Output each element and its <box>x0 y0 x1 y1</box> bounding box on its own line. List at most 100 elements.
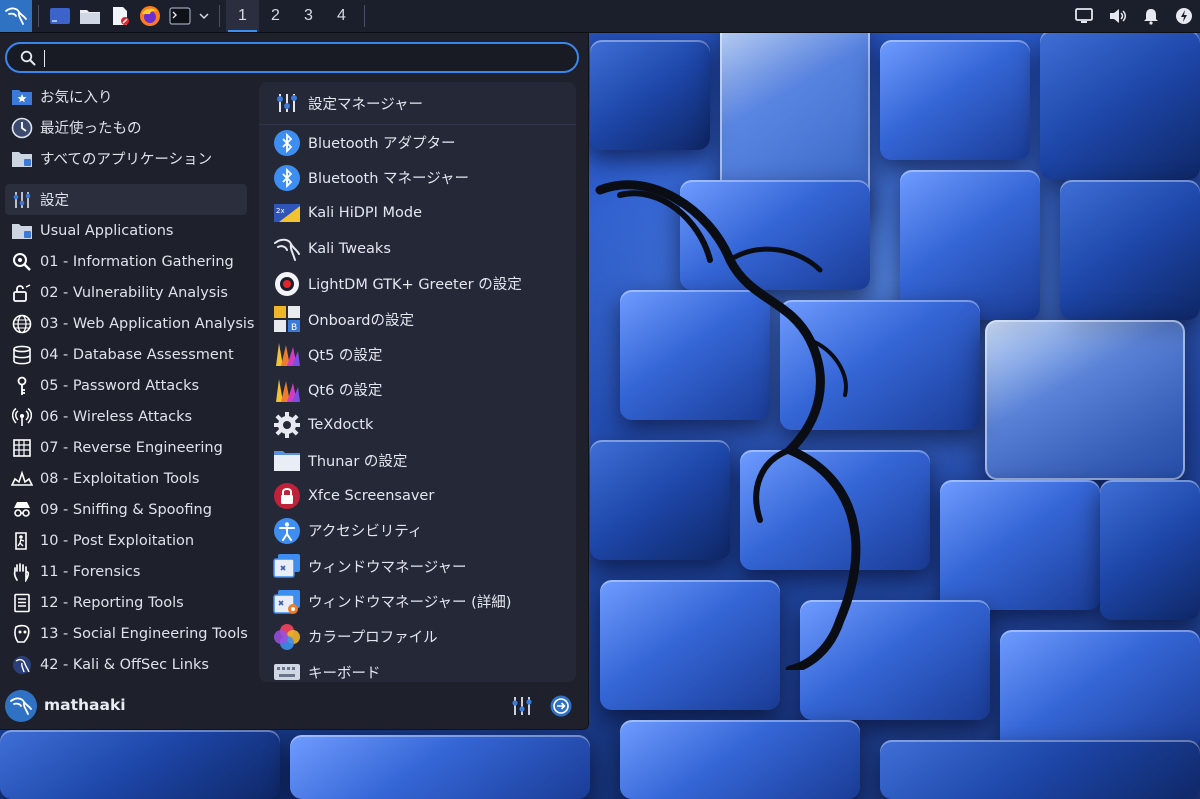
category-kali-offsec-links[interactable]: 42 - Kali & OffSec Links <box>5 649 247 680</box>
power-icon[interactable] <box>1174 6 1194 26</box>
settings-sliders-icon <box>512 697 532 715</box>
wallpaper-cube <box>290 735 590 799</box>
search-input[interactable] <box>43 47 563 68</box>
keyboard-icon <box>273 658 301 682</box>
category-usual-applications[interactable]: Usual Applications <box>5 215 247 246</box>
category-label: 05 - Password Attacks <box>40 377 200 394</box>
category-label: 11 - Forensics <box>40 563 141 580</box>
category-forensics[interactable]: 11 - Forensics <box>5 556 247 587</box>
wallpaper-cube <box>880 40 1030 160</box>
category-label: 04 - Database Assessment <box>40 346 234 363</box>
app-label: ウィンドウマネージャー (詳細) <box>308 595 512 611</box>
app-label: カラープロファイル <box>308 630 438 647</box>
app-bluetooth-manager[interactable]: Bluetooth マネージャー <box>259 160 576 195</box>
gear-icon <box>273 411 301 439</box>
wallpaper-cube <box>940 480 1100 610</box>
search-box[interactable] <box>5 42 579 73</box>
app-window-manager[interactable]: ウィンドウマネージャー <box>259 549 576 584</box>
logout-icon <box>550 695 572 717</box>
app-window-manager-tweaks[interactable]: ウィンドウマネージャー (詳細) <box>259 584 576 619</box>
app-label: 設定マネージャー <box>308 96 423 113</box>
usual-apps-icon <box>11 220 33 242</box>
app-label: キーボード <box>308 665 381 682</box>
vulnerability-icon <box>11 282 33 304</box>
category-database-assessment[interactable]: 04 - Database Assessment <box>5 339 247 370</box>
chevron-down-icon <box>199 13 209 20</box>
category-label: 42 - Kali & OffSec Links <box>40 656 209 673</box>
favorites-folder-icon <box>11 86 33 108</box>
file-manager-button[interactable] <box>75 0 105 32</box>
app-settings-manager[interactable]: 設定マネージャー <box>259 82 576 125</box>
category-recent[interactable]: 最近使ったもの <box>5 112 247 143</box>
category-social-engineering-tools[interactable]: 13 - Social Engineering Tools <box>5 618 248 649</box>
wallpaper-cube <box>1000 630 1200 750</box>
workspace-4[interactable]: 4 <box>325 0 358 32</box>
app-kali-tweaks[interactable]: Kali Tweaks <box>259 231 576 266</box>
app-qt5-settings[interactable]: Qt5 の設定 <box>259 337 576 372</box>
category-settings[interactable]: 設定 <box>5 184 247 215</box>
bluetooth-icon <box>273 164 301 192</box>
app-label: Kali Tweaks <box>308 240 391 257</box>
category-post-exploitation[interactable]: 10 - Post Exploitation <box>5 525 247 556</box>
terminal-dropdown-button[interactable] <box>195 0 213 32</box>
onboard-icon: B <box>273 305 301 333</box>
category-reporting-tools[interactable]: 12 - Reporting Tools <box>5 587 247 618</box>
text-editor-button[interactable] <box>105 0 135 32</box>
volume-icon[interactable] <box>1108 7 1128 25</box>
app-bluetooth-adapter[interactable]: Bluetooth アダプター <box>259 125 576 160</box>
svg-text:2x: 2x <box>276 207 285 215</box>
app-onboard-settings[interactable]: B Onboardの設定 <box>259 301 576 336</box>
app-lightdm-gtk-greeter-settings[interactable]: LightDM GTK+ Greeter の設定 <box>259 266 576 301</box>
category-wireless-attacks[interactable]: 06 - Wireless Attacks <box>5 401 247 432</box>
category-sniffing-spoofing[interactable]: 09 - Sniffing & Spoofing <box>5 494 247 525</box>
app-keyboard[interactable]: キーボード <box>259 654 576 682</box>
kali-menu-icon <box>5 7 27 25</box>
show-desktop-button[interactable] <box>45 0 75 32</box>
category-web-application-analysis[interactable]: 03 - Web Application Analysis <box>5 308 255 339</box>
firefox-button[interactable] <box>135 0 165 32</box>
category-label: すべてのアプリケーション <box>40 152 213 168</box>
category-information-gathering[interactable]: 01 - Information Gathering <box>5 246 247 277</box>
category-password-attacks[interactable]: 05 - Password Attacks <box>5 370 247 401</box>
logout-button[interactable] <box>549 694 573 718</box>
app-thunar-settings[interactable]: Thunar の設定 <box>259 443 576 478</box>
category-favorites[interactable]: お気に入り <box>5 81 247 112</box>
text-editor-icon <box>113 7 129 25</box>
workspace-3[interactable]: 3 <box>292 0 325 32</box>
file-manager-icon <box>80 10 100 24</box>
kali-menu-button[interactable] <box>0 0 32 32</box>
workspace-1[interactable]: 1 <box>226 0 259 32</box>
terminal-button[interactable] <box>165 0 195 32</box>
wireless-icon <box>11 406 33 428</box>
app-qt6-settings[interactable]: Qt6 の設定 <box>259 372 576 407</box>
text-cursor <box>44 50 45 67</box>
category-exploitation-tools[interactable]: 08 - Exploitation Tools <box>5 463 247 494</box>
accessibility-icon <box>273 517 301 545</box>
category-vulnerability-analysis[interactable]: 02 - Vulnerability Analysis <box>5 277 247 308</box>
notification-bell-icon[interactable] <box>1142 7 1160 25</box>
key-icon <box>11 375 33 397</box>
magnifier-icon <box>11 251 33 273</box>
app-xfce-screensaver[interactable]: Xfce Screensaver <box>259 478 576 513</box>
app-kali-hidpi-mode[interactable]: 2x Kali HiDPI Mode <box>259 196 576 231</box>
lightdm-icon <box>273 270 301 298</box>
app-color-profile[interactable]: カラープロファイル <box>259 619 576 654</box>
category-label: 10 - Post Exploitation <box>40 532 195 549</box>
category-reverse-engineering[interactable]: 07 - Reverse Engineering <box>5 432 247 463</box>
workspace-2[interactable]: 2 <box>259 0 292 32</box>
app-label: Kali HiDPI Mode <box>308 205 423 222</box>
category-label: 01 - Information Gathering <box>40 253 234 270</box>
category-label: 02 - Vulnerability Analysis <box>40 284 228 301</box>
avatar <box>5 690 37 722</box>
app-label: Onboardの設定 <box>308 312 414 329</box>
reverse-engineering-icon <box>11 437 33 459</box>
app-texdoctk[interactable]: TeXdoctk <box>259 407 576 442</box>
wallpaper-cube <box>1100 480 1200 620</box>
app-label: Qt6 の設定 <box>308 383 383 400</box>
category-label: 13 - Social Engineering Tools <box>40 625 248 642</box>
settings-sliders-icon <box>11 189 33 211</box>
category-all-applications[interactable]: すべてのアプリケーション <box>5 143 247 174</box>
app-accessibility[interactable]: アクセシビリティ <box>259 513 576 548</box>
settings-manager-button[interactable] <box>510 694 534 718</box>
display-icon[interactable] <box>1074 7 1094 25</box>
